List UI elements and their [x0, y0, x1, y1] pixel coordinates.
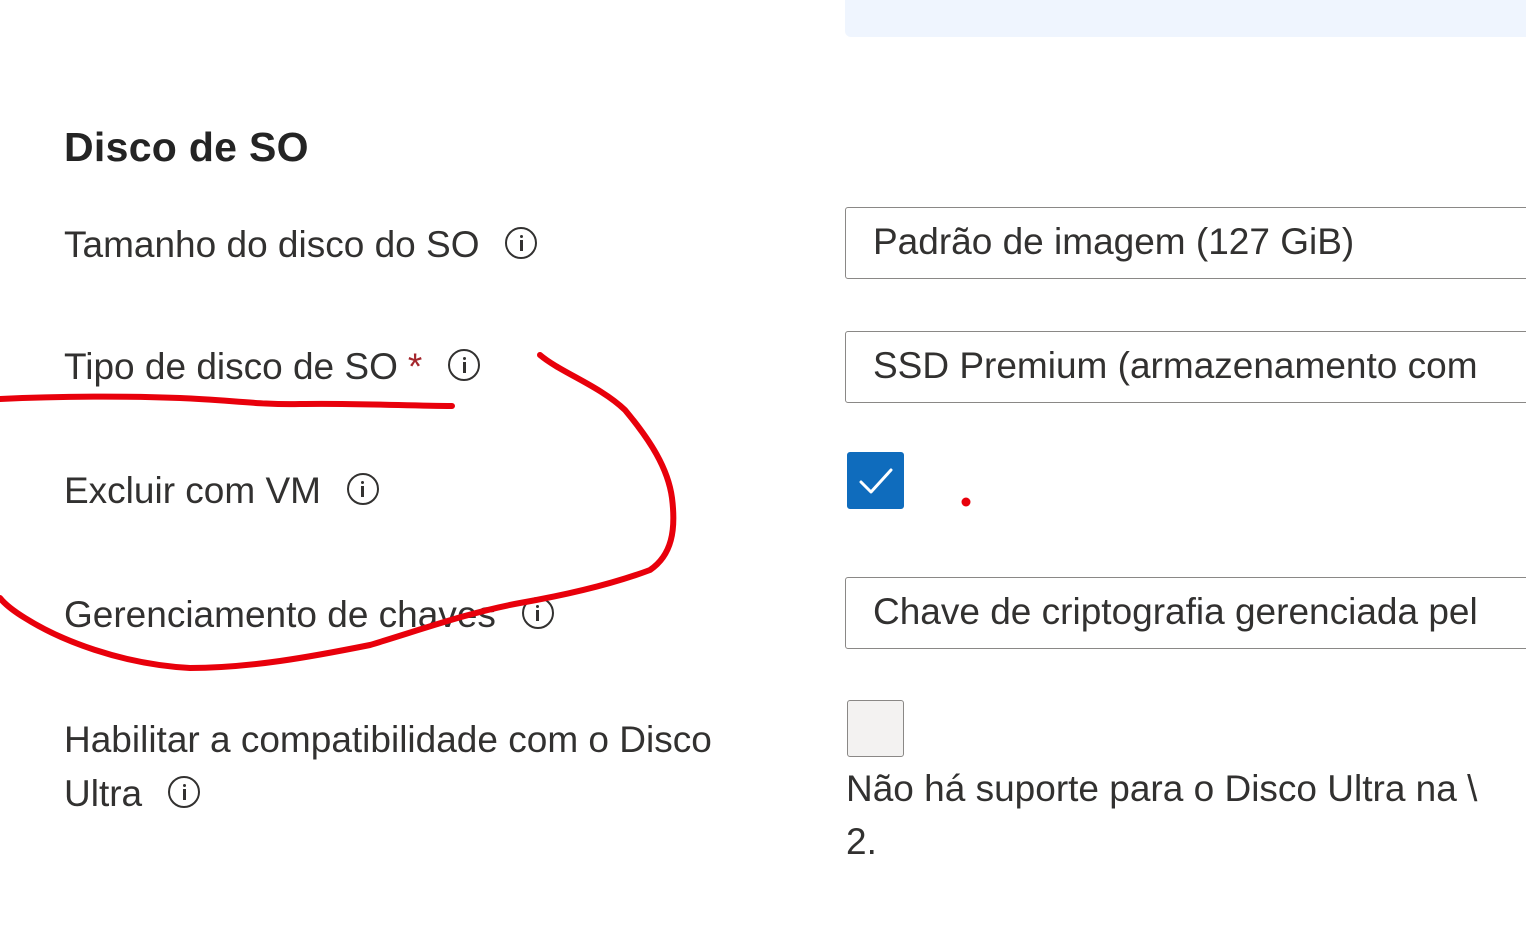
os-disk-size-label: Tamanho do disco do SO: [64, 224, 480, 265]
annotation-dot: [961, 497, 971, 507]
key-management-label-row: Gerenciamento de chaves: [64, 589, 554, 641]
info-banner: [845, 0, 1526, 37]
delete-with-vm-label-row: Excluir com VM: [64, 465, 379, 517]
delete-with-vm-label: Excluir com VM: [64, 470, 321, 511]
annotation-underline-stroke: [0, 393, 455, 409]
key-management-value: Chave de criptografia gerenciada pel: [873, 591, 1478, 632]
key-management-label: Gerenciamento de chaves: [64, 594, 496, 635]
os-disk-type-label: Tipo de disco de SO: [64, 346, 398, 387]
info-icon[interactable]: [505, 227, 538, 260]
info-icon[interactable]: [521, 597, 554, 630]
ultra-disk-label: Habilitar a compatibilidade com o Disco: [64, 719, 712, 760]
page: Disco de SO Tamanho do disco do SO Padrã…: [0, 0, 1526, 945]
checkmark-icon: [859, 468, 893, 494]
os-disk-size-label-row: Tamanho do disco do SO: [64, 219, 538, 271]
os-disk-type-dropdown[interactable]: SSD Premium (armazenamento com: [845, 331, 1526, 403]
info-icon[interactable]: [168, 776, 201, 809]
section-title: Disco de SO: [64, 124, 309, 170]
ultra-disk-note: Não há suporte para o Disco Ultra na \ 2…: [846, 762, 1477, 868]
ultra-disk-label-continued: Ultra: [64, 773, 143, 814]
ultra-disk-note-line2: 2.: [846, 821, 877, 862]
info-icon[interactable]: [448, 349, 481, 382]
required-asterisk: *: [407, 346, 423, 387]
os-disk-type-label-row: Tipo de disco de SO *: [64, 341, 481, 393]
key-management-dropdown[interactable]: Chave de criptografia gerenciada pel: [845, 577, 1526, 649]
ultra-disk-label-line2-row: Ultra: [64, 768, 201, 820]
os-disk-size-value: Padrão de imagem (127 GiB): [873, 221, 1355, 262]
os-disk-size-dropdown[interactable]: Padrão de imagem (127 GiB): [845, 207, 1526, 279]
info-icon[interactable]: [346, 473, 379, 506]
ultra-disk-label-line1: Habilitar a compatibilidade com o Disco: [64, 714, 712, 766]
os-disk-type-value: SSD Premium (armazenamento com: [873, 345, 1478, 386]
ultra-disk-checkbox[interactable]: [847, 700, 904, 757]
ultra-disk-note-line1: Não há suporte para o Disco Ultra na \: [846, 768, 1478, 809]
delete-with-vm-checkbox[interactable]: [847, 452, 904, 509]
